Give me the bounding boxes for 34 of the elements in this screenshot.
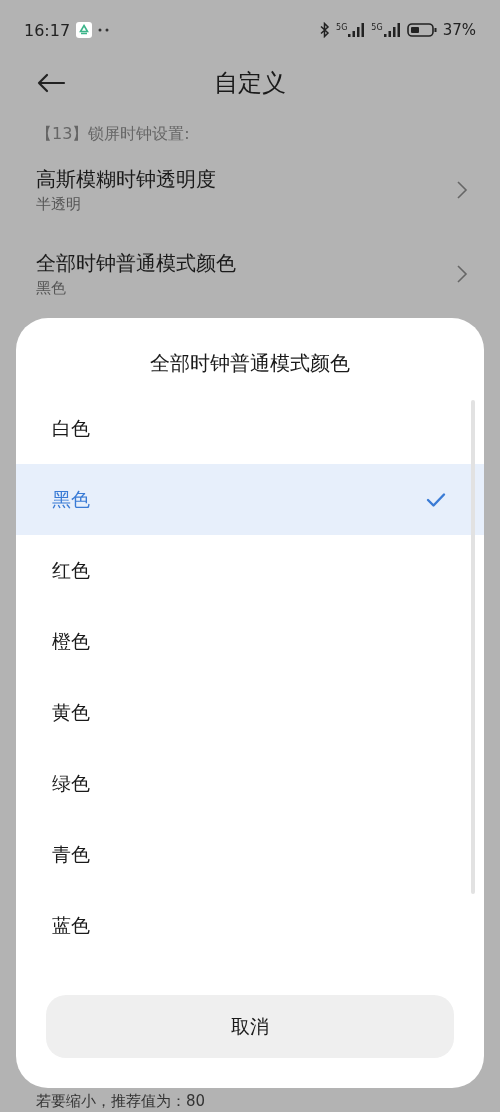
setting-row[interactable]: 高斯模糊时钟透明度 半透明 — [0, 148, 500, 232]
option-item[interactable]: 红色 — [16, 535, 484, 606]
bluetooth-icon — [320, 22, 331, 38]
option-item[interactable]: 绿色 — [16, 748, 484, 819]
signal-icon — [382, 23, 401, 37]
dialog-title: 全部时钟普通模式颜色 — [149, 350, 351, 377]
chevron-icon — [456, 264, 468, 284]
option-item[interactable]: 黑色 — [16, 464, 484, 535]
setting-value: 半透明 — [36, 195, 82, 214]
network-label: 5G — [336, 23, 348, 32]
chevron-icon — [456, 180, 468, 200]
setting-row[interactable]: 全部时钟普通模式颜色 黑色 — [0, 232, 500, 316]
setting-value: 黑色 — [36, 279, 67, 298]
battery-percent: 37% — [442, 21, 476, 39]
option-item[interactable]: 白色 — [16, 393, 484, 464]
more-dots-icon — [98, 28, 111, 32]
back-button[interactable] — [36, 73, 66, 93]
option-item[interactable]: 蓝色 — [16, 890, 484, 961]
app-notification-icon — [76, 22, 93, 38]
setting-title: 高斯模糊时钟透明度 — [36, 166, 216, 193]
back-arrow-icon — [36, 73, 66, 93]
hint-text: 若要缩小，推荐值为：80 — [36, 1092, 207, 1110]
clock-time: 16:17 — [24, 20, 71, 40]
option-item[interactable]: 黄色 — [16, 677, 484, 748]
option-item[interactable]: 青色 — [16, 819, 484, 890]
cancel-button[interactable]: 取消 — [46, 995, 454, 1058]
network-label: 5G — [371, 23, 383, 32]
signal-icon — [347, 23, 366, 37]
battery-icon — [406, 22, 437, 38]
setting-title: 全部时钟普通模式颜色 — [36, 250, 236, 277]
section-label: 【13】锁屏时钟设置: — [36, 124, 191, 145]
page-title: 自定义 — [213, 68, 287, 99]
checkmark-icon — [426, 491, 446, 508]
option-item[interactable]: 橙色 — [16, 606, 484, 677]
